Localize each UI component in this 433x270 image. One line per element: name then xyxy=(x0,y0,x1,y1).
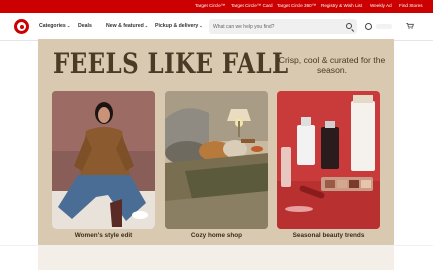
nav-new-featured[interactable]: New & featured⌄ xyxy=(106,23,148,29)
chevron-down-icon: ⌄ xyxy=(199,23,203,28)
utility-link-registry[interactable]: Registry & Wish List xyxy=(321,3,362,8)
cart-icon[interactable] xyxy=(406,23,414,29)
nav-pickup-delivery-label: Pickup & delivery xyxy=(155,23,199,29)
hero-subtitle: Crisp, cool & curated for the season. xyxy=(278,55,386,75)
utility-link-find-stores[interactable]: Find Stores xyxy=(399,3,423,8)
womens-style-card-image[interactable] xyxy=(52,91,155,229)
fall-hero-banner: FEELS LIKE FALL Crisp, cool & curated fo… xyxy=(38,39,394,245)
account-name-placeholder[interactable] xyxy=(376,24,392,29)
hero-title: FEELS LIKE FALL xyxy=(53,47,289,80)
search-bar xyxy=(209,19,357,34)
nav-categories-label: Categories xyxy=(39,23,66,29)
search-icon[interactable] xyxy=(346,23,352,29)
utility-link-target-circle[interactable]: Target Circle™ xyxy=(195,3,225,8)
nav-deals-label: Deals xyxy=(78,23,92,29)
nav-categories[interactable]: Categories⌄ xyxy=(39,23,70,29)
chevron-down-icon: ⌄ xyxy=(144,23,149,28)
utility-bar: Target Circle™ Target Circle™ Card Targe… xyxy=(0,0,433,13)
nav-pickup-delivery[interactable]: Pickup & delivery⌄ xyxy=(155,23,203,29)
womens-style-label[interactable]: Women's style edit xyxy=(52,232,155,239)
seasonal-beauty-label[interactable]: Seasonal beauty trends xyxy=(277,232,380,239)
next-section-strip xyxy=(38,246,394,270)
chevron-down-icon: ⌄ xyxy=(66,23,71,28)
nav-deals[interactable]: Deals xyxy=(78,23,92,29)
account-icon[interactable] xyxy=(365,23,372,30)
utility-link-circle-360[interactable]: Target Circle 360™ xyxy=(277,3,316,8)
cozy-home-label[interactable]: Cozy home shop xyxy=(165,232,268,239)
main-header: Categories⌄ Deals New & featured⌄ Pickup… xyxy=(0,13,433,41)
search-input[interactable] xyxy=(213,19,341,34)
utility-link-circle-card[interactable]: Target Circle™ Card xyxy=(231,3,273,8)
target-logo-icon[interactable] xyxy=(14,19,29,34)
cozy-home-card-image[interactable] xyxy=(165,91,268,229)
utility-link-weekly-ad[interactable]: Weekly Ad xyxy=(370,3,392,8)
nav-new-featured-label: New & featured xyxy=(106,23,144,29)
seasonal-beauty-card-image[interactable] xyxy=(277,91,380,229)
